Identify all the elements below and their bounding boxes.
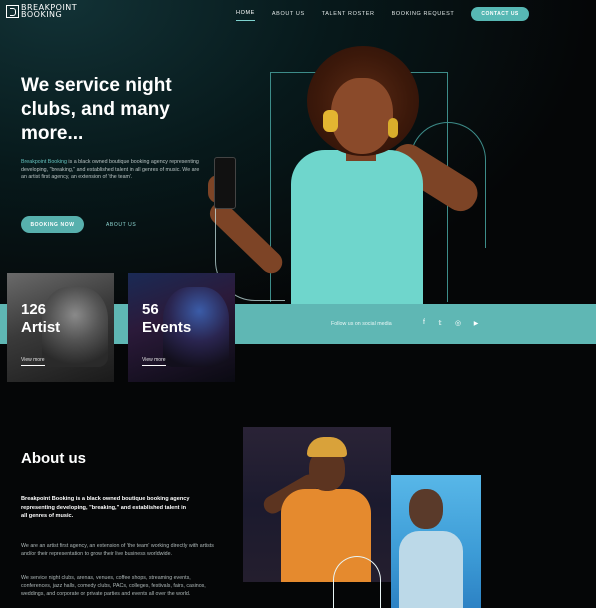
view-more-link[interactable]: View more <box>21 357 45 366</box>
about-title: About us <box>21 450 86 467</box>
booking-now-button[interactable]: BOOKING NOW <box>21 216 84 233</box>
stat-card-artist[interactable]: 126 Artist View more <box>7 273 114 382</box>
social-label: Follow us on social media <box>331 321 392 327</box>
nav-booking-request[interactable]: BOOKING REQUEST <box>392 7 455 21</box>
hero-description: Breakpoint Booking is a black owned bout… <box>21 159 203 182</box>
stat-card-events[interactable]: 56 Events View more <box>128 273 235 382</box>
about-paragraph-2: We service night clubs, arenas, venues, … <box>21 575 206 597</box>
logo-text: BREAKPOINT BOOKING <box>21 4 77 19</box>
stat-label: Events <box>142 319 192 336</box>
facebook-icon[interactable]: f <box>419 319 429 326</box>
decor-outline-arch <box>333 556 381 608</box>
twitter-icon[interactable]: 𝕥 <box>435 319 445 327</box>
stat-number: 126 <box>21 301 47 318</box>
brand-logo[interactable]: BREAKPOINT BOOKING <box>6 4 77 19</box>
main-nav: HOME ABOUT US TALENT ROSTER BOOKING REQU… <box>236 6 529 21</box>
headphones-right-icon <box>388 118 398 138</box>
nav-talent-roster[interactable]: TALENT ROSTER <box>322 7 375 21</box>
stat-number: 56 <box>142 301 159 318</box>
hero-title: We service night clubs, and many more... <box>21 75 172 144</box>
cap-icon <box>307 437 347 457</box>
artist-shirt <box>399 531 463 608</box>
nav-about-us[interactable]: ABOUT US <box>272 7 305 21</box>
headphones-icon <box>323 110 338 132</box>
youtube-icon[interactable]: ▶ <box>471 320 481 327</box>
smartphone-icon <box>214 157 236 209</box>
about-intro: Breakpoint Booking is a black owned bout… <box>21 496 190 519</box>
artist-photo-phone <box>391 475 481 608</box>
about-us-link[interactable]: ABOUT US <box>106 222 136 228</box>
nav-home[interactable]: HOME <box>236 6 255 21</box>
instagram-icon[interactable]: ◎ <box>453 319 463 327</box>
singer-face <box>331 78 393 154</box>
logo-line-2: BOOKING <box>21 10 63 19</box>
artist-head <box>409 489 443 529</box>
stat-label: Artist <box>21 319 61 336</box>
hero-brand-name[interactable]: Breakpoint Booking <box>21 159 67 165</box>
view-more-link[interactable]: View more <box>142 357 166 366</box>
about-paragraph-1: We are an artist first agency, an extens… <box>21 543 214 557</box>
singer-shirt <box>291 150 423 305</box>
logo-mark-icon <box>6 4 19 18</box>
contact-us-button[interactable]: CONTACT US <box>471 6 529 21</box>
